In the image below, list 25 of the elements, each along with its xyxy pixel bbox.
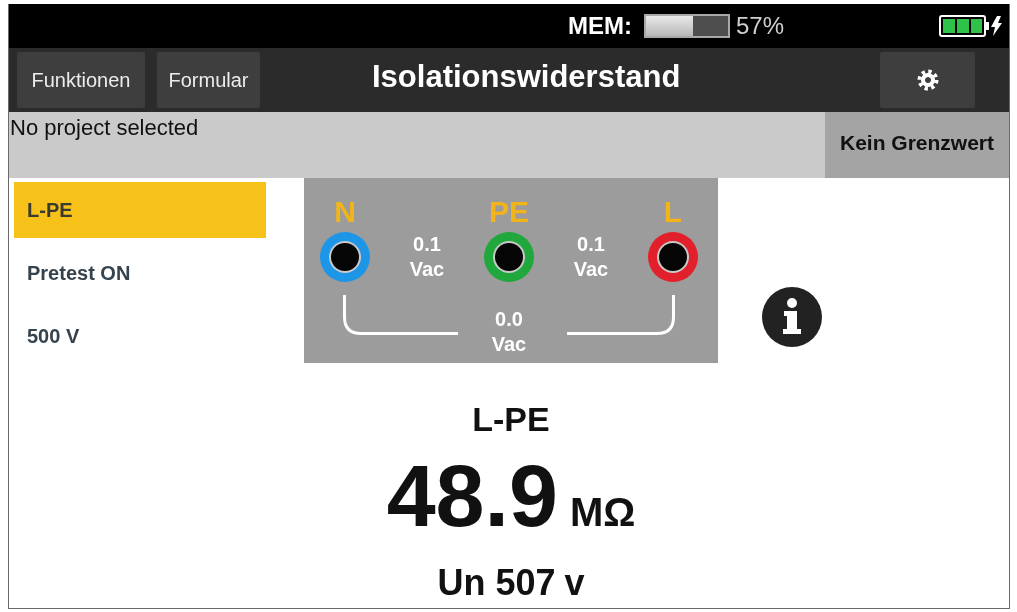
- voltage-reading: 0.1 Vac: [409, 232, 445, 282]
- setting-item[interactable]: Pretest ON: [27, 261, 131, 285]
- limit-status: Kein Grenzwert: [839, 131, 994, 155]
- terminal-label: L: [663, 197, 683, 227]
- form-button[interactable]: Formular: [157, 52, 260, 108]
- setting-item[interactable]: L-PE: [14, 182, 266, 238]
- project-status: No project selected: [10, 115, 199, 140]
- terminal-label: PE: [489, 197, 529, 227]
- voltage-reading: 0.0 Vac: [491, 307, 527, 357]
- setting-item[interactable]: 500 V: [27, 324, 80, 348]
- memory-label: MEM:: [568, 14, 632, 38]
- test-voltage-unit: v: [564, 565, 585, 601]
- terminal-label: N: [334, 197, 356, 227]
- battery-charging-icon: [939, 15, 1003, 37]
- circuit-label: L-PE: [472, 402, 550, 436]
- info-icon[interactable]: [762, 287, 822, 347]
- measurement-unit: MΩ: [569, 492, 636, 532]
- voltage-reading: 0.1 Vac: [573, 232, 609, 282]
- memory-percentage: 57%: [736, 14, 785, 38]
- functions-button[interactable]: Funktionen: [17, 52, 145, 108]
- screen-title: Isolationswiderstand: [372, 60, 681, 92]
- gear-icon: [916, 69, 939, 91]
- measurement-value: 48.9: [386, 452, 558, 540]
- settings-button[interactable]: [880, 52, 975, 108]
- test-voltage: Un 507: [437, 565, 556, 601]
